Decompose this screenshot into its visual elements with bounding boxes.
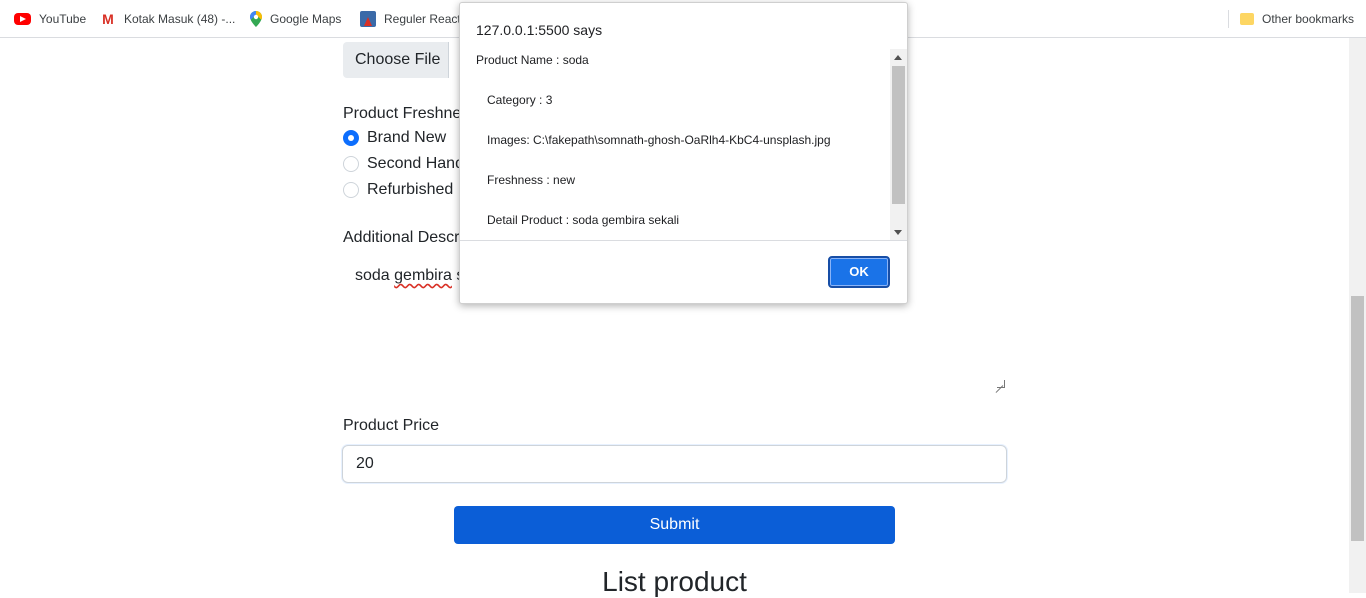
bookmark-google-maps[interactable]: Google Maps — [250, 10, 341, 28]
list-product-heading: List product — [602, 566, 747, 597]
alert-dialog: 127.0.0.1:5500 says Product Name : soda … — [459, 2, 908, 304]
description-label: Additional Descr — [343, 229, 460, 246]
radio-label: Second Hand — [367, 155, 464, 172]
radio-label: Refurbished — [367, 181, 454, 198]
radio-refurbished[interactable]: Refurbished — [343, 179, 453, 201]
dialog-message: Product Name : soda Category : 3 Images:… — [460, 49, 907, 241]
choose-file-button[interactable]: Choose File — [343, 42, 449, 78]
radio-button[interactable] — [343, 182, 359, 198]
message-line: Freshness : new — [487, 173, 576, 187]
misspelled-word: gembira — [394, 267, 452, 284]
bookmark-reguler-react[interactable]: Reguler React — [360, 10, 461, 28]
message-line: Category : 3 — [487, 93, 553, 107]
other-bookmarks[interactable]: Other bookmarks — [1240, 10, 1354, 28]
message-line: Detail Product : soda gembira sekali — [487, 213, 680, 227]
message-line: Product Name : soda — [476, 53, 589, 67]
page-scrollbar[interactable] — [1349, 38, 1366, 593]
dialog-title: 127.0.0.1:5500 says — [476, 22, 603, 38]
description-value: soda gembira s — [355, 267, 464, 285]
scrollbar-thumb[interactable] — [1351, 296, 1364, 541]
bookmark-label: Google Maps — [270, 12, 342, 26]
radio-label: Brand New — [367, 129, 447, 146]
freshness-label: Product Freshne — [343, 105, 462, 122]
radio-brand-new[interactable]: Brand New — [343, 127, 446, 149]
dialog-scrollbar-thumb[interactable] — [892, 66, 905, 204]
bookmark-label: Kotak Masuk (48) -... — [124, 12, 236, 26]
scroll-down-icon[interactable] — [894, 230, 902, 235]
youtube-icon — [14, 13, 31, 25]
radio-button-checked[interactable] — [343, 130, 359, 146]
gmail-icon: M — [102, 11, 114, 27]
resize-handle[interactable] — [997, 380, 1005, 388]
message-line: Images: C:\fakepath\somnath-ghosh-OaRlh4… — [487, 133, 831, 147]
dialog-scrollbar[interactable] — [890, 49, 907, 240]
bookmark-label: YouTube — [39, 12, 87, 26]
bookmarks-separator — [1228, 10, 1229, 28]
description-text: soda — [355, 267, 395, 284]
radio-button[interactable] — [343, 156, 359, 172]
price-label: Product Price — [343, 417, 440, 434]
radio-second-hand[interactable]: Second Hand — [343, 153, 464, 175]
bookmark-site-icon — [360, 11, 376, 27]
price-input[interactable]: 20 — [342, 445, 1007, 483]
bookmark-gmail[interactable]: M Kotak Masuk (48) -... — [100, 10, 235, 28]
google-maps-icon — [250, 11, 262, 27]
bookmark-youtube[interactable]: YouTube — [14, 10, 86, 28]
other-bookmarks-label: Other bookmarks — [1262, 12, 1355, 26]
bookmark-label: Reguler React — [384, 12, 461, 26]
submit-button[interactable]: Submit — [454, 506, 895, 544]
ok-button[interactable]: OK — [828, 256, 890, 288]
folder-icon — [1240, 13, 1254, 25]
scroll-up-icon[interactable] — [894, 55, 902, 60]
